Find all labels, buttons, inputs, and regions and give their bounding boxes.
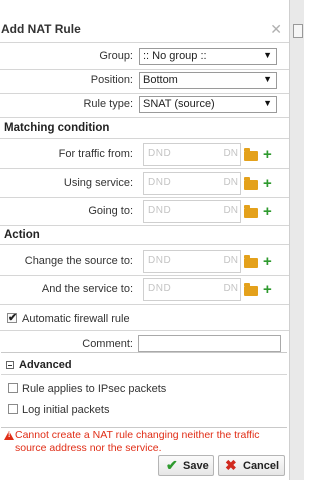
checkmark-icon: ✔ bbox=[8, 312, 18, 324]
save-button[interactable]: ✔ Save bbox=[158, 455, 214, 476]
checkmark-icon: ✔ bbox=[166, 457, 178, 473]
and-service-dropzone[interactable]: DND DN bbox=[143, 278, 241, 301]
position-label: Position: bbox=[90, 74, 133, 86]
advanced-panel: Advanced Rule applies to IPsec packets L… bbox=[1, 352, 287, 428]
group-label: Group: bbox=[99, 50, 133, 62]
position-select-value: Bottom bbox=[143, 74, 178, 86]
background-window-control bbox=[293, 24, 303, 38]
add-icon[interactable]: + bbox=[263, 282, 272, 297]
dialog-titlebar: Add NAT Rule ✕ bbox=[0, 19, 289, 41]
dropzone-suffix: DN bbox=[223, 255, 238, 266]
divider bbox=[0, 244, 289, 245]
group-select-value: :: No group :: bbox=[143, 50, 207, 62]
save-button-label: Save bbox=[183, 460, 209, 472]
background-window-edge bbox=[289, 0, 304, 480]
divider bbox=[0, 304, 289, 305]
comment-input[interactable] bbox=[138, 335, 281, 352]
dropdown-arrow-icon: ▼ bbox=[263, 98, 272, 108]
rule-type-select-value: SNAT (source) bbox=[143, 98, 215, 110]
position-select[interactable]: Bottom ▼ bbox=[139, 72, 277, 89]
log-packets-label: Log initial packets bbox=[22, 404, 110, 416]
dropzone-suffix: DN bbox=[223, 148, 238, 159]
comment-label: Comment: bbox=[82, 338, 133, 350]
dropzone-suffix: DN bbox=[223, 177, 238, 188]
using-service-dropzone[interactable]: DND DN bbox=[143, 172, 241, 195]
close-icon[interactable]: ✕ bbox=[270, 21, 282, 38]
advanced-heading: Advanced bbox=[19, 359, 72, 371]
dropzone-placeholder: DND bbox=[148, 148, 172, 159]
change-source-label: Change the source to: bbox=[24, 255, 133, 267]
rule-type-label: Rule type: bbox=[83, 98, 133, 110]
add-icon[interactable]: + bbox=[263, 147, 272, 162]
divider bbox=[1, 374, 287, 375]
divider bbox=[0, 93, 289, 94]
warning-icon: ! bbox=[4, 431, 14, 440]
folder-icon[interactable] bbox=[244, 148, 258, 161]
dropdown-arrow-icon: ▼ bbox=[263, 50, 272, 60]
ipsec-checkbox[interactable] bbox=[8, 383, 18, 393]
folder-icon[interactable] bbox=[244, 255, 258, 268]
traffic-from-dropzone[interactable]: DND DN bbox=[143, 143, 241, 166]
add-nat-rule-dialog: Add NAT Rule ✕ Group: :: No group :: ▼ P… bbox=[0, 0, 289, 480]
action-heading: Action bbox=[4, 229, 40, 241]
auto-firewall-label: Automatic firewall rule bbox=[22, 313, 130, 325]
divider bbox=[0, 69, 289, 70]
change-source-dropzone[interactable]: DND DN bbox=[143, 250, 241, 273]
traffic-from-label: For traffic from: bbox=[58, 148, 133, 160]
add-icon[interactable]: + bbox=[263, 176, 272, 191]
using-service-label: Using service: bbox=[63, 177, 133, 189]
cancel-x-icon: ✖ bbox=[225, 457, 237, 473]
divider bbox=[0, 42, 289, 43]
folder-icon[interactable] bbox=[244, 283, 258, 296]
divider bbox=[0, 330, 289, 331]
going-to-label: Going to: bbox=[88, 205, 133, 217]
folder-icon[interactable] bbox=[244, 177, 258, 190]
dropdown-arrow-icon: ▼ bbox=[263, 74, 272, 84]
ipsec-label: Rule applies to IPsec packets bbox=[22, 383, 167, 395]
warning-message: Cannot create a NAT rule changing neithe… bbox=[15, 429, 260, 454]
and-service-label: And the service to: bbox=[41, 283, 133, 295]
divider bbox=[0, 197, 289, 198]
dropzone-suffix: DN bbox=[223, 283, 238, 294]
dialog-title: Add NAT Rule bbox=[1, 22, 81, 36]
log-packets-checkbox[interactable] bbox=[8, 404, 18, 414]
divider bbox=[0, 117, 289, 118]
rule-type-select[interactable]: SNAT (source) ▼ bbox=[139, 96, 277, 113]
collapse-icon[interactable] bbox=[6, 361, 14, 369]
group-select[interactable]: :: No group :: ▼ bbox=[139, 48, 277, 65]
dropzone-placeholder: DND bbox=[148, 205, 172, 216]
folder-icon[interactable] bbox=[244, 205, 258, 218]
divider bbox=[0, 168, 289, 169]
dropzone-placeholder: DND bbox=[148, 255, 172, 266]
going-to-dropzone[interactable]: DND DN bbox=[143, 200, 241, 223]
add-icon[interactable]: + bbox=[263, 254, 272, 269]
divider bbox=[0, 225, 289, 226]
divider bbox=[0, 275, 289, 276]
cancel-button[interactable]: ✖ Cancel bbox=[218, 455, 285, 476]
divider bbox=[0, 138, 289, 139]
dropzone-placeholder: DND bbox=[148, 283, 172, 294]
cancel-button-label: Cancel bbox=[243, 460, 280, 472]
auto-firewall-checkbox[interactable]: ✔ bbox=[7, 312, 18, 324]
matching-condition-heading: Matching condition bbox=[4, 122, 110, 134]
dropzone-suffix: DN bbox=[223, 205, 238, 216]
add-icon[interactable]: + bbox=[263, 204, 272, 219]
dropzone-placeholder: DND bbox=[148, 177, 172, 188]
